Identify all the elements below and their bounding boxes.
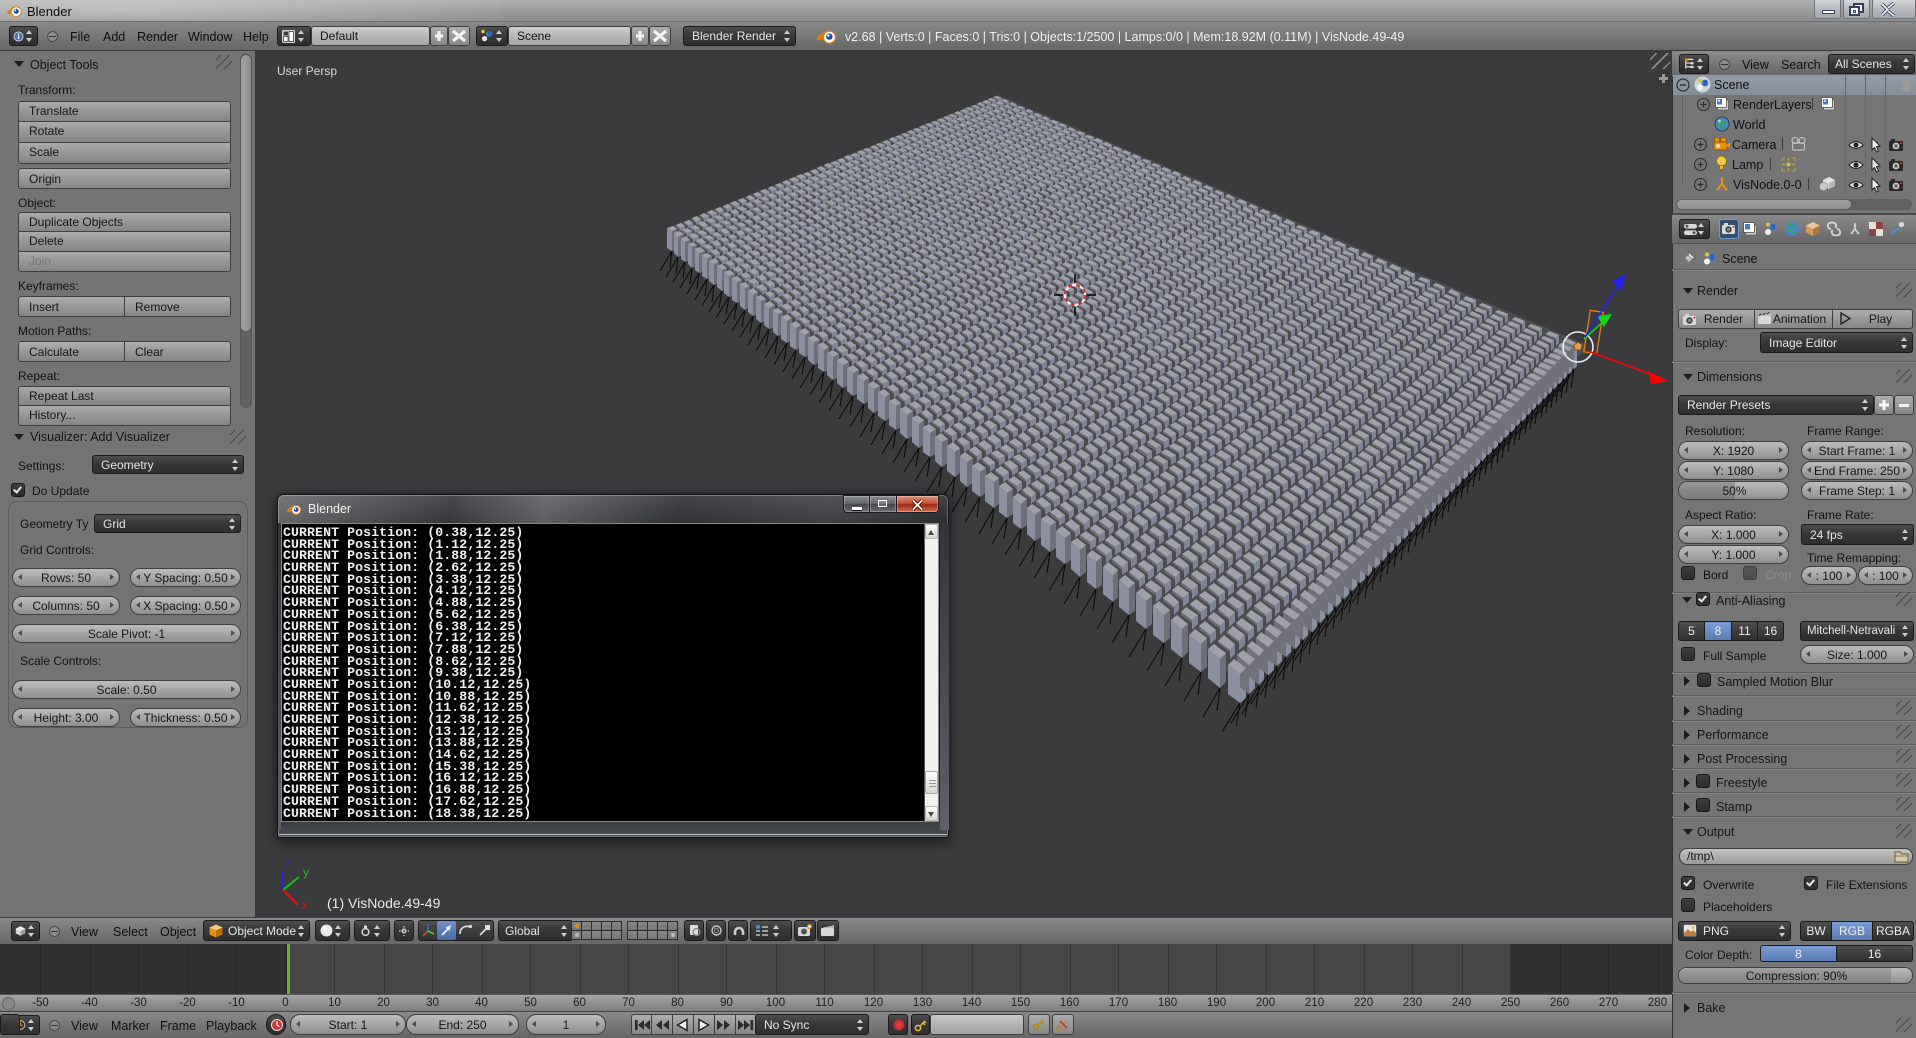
svg-text:x: x: [302, 898, 308, 912]
svg-text:(1) VisNode.49-49: (1) VisNode.49-49: [327, 895, 441, 911]
svg-text:z: z: [284, 857, 290, 871]
svg-text:User Persp: User Persp: [277, 64, 337, 78]
svg-text:y: y: [303, 865, 309, 879]
